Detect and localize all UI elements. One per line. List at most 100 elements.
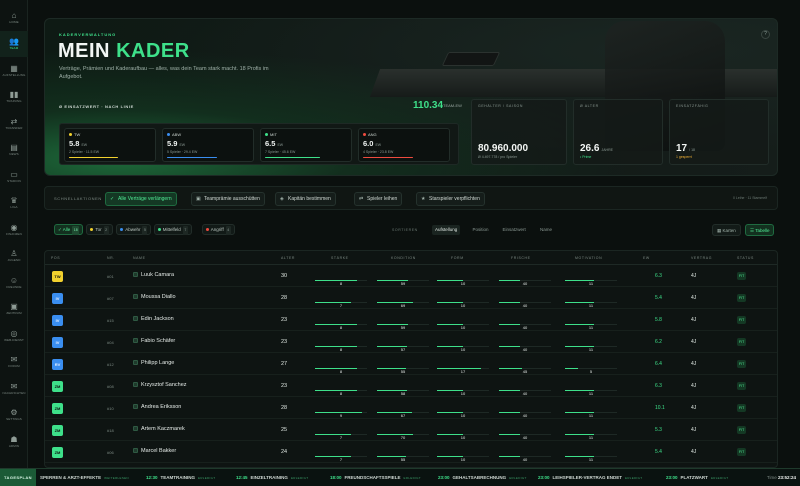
sidebar-item-liga[interactable]: ♛ LIGA [0,190,28,216]
quick-action-button[interactable]: ✓ Alle Verträge verlängern [105,192,177,206]
stat-frische-value: 40 [522,281,528,286]
value-by-line-label: Ø EINSATZWERT · NACH LINIE [59,104,134,109]
column-header-11[interactable]: STATUS [737,256,754,260]
sidebar-item-home[interactable]: ⌂ HOME [0,4,28,30]
player-name[interactable]: Fabio Schäfer [133,338,175,344]
sidebar-item-web-dienst[interactable]: ◎ WEB-DIENST [0,322,28,348]
stat-card-2: EINSATZFÄHIG 17/ 18 1 gesperrt [669,99,769,165]
stat-frische-value: 45 [522,369,528,374]
ticker-time: 18:00 [330,475,342,480]
sidebar-item-jugend[interactable]: ♙ JUGEND [0,243,28,269]
quick-action-label: Teamprämie ausschütten [204,196,260,202]
column-header-9[interactable]: EW [643,256,650,260]
column-header-2[interactable]: NAME [133,256,146,260]
column-header-0[interactable]: POS [51,256,60,260]
messages-icon: ✉ [10,381,18,391]
chip-color-dot [157,228,161,232]
quick-action-button[interactable]: ▣ Teamprämie ausschütten [191,192,265,206]
sidebar-item-nachrichten[interactable]: ✉ NACHRICHTEN [0,375,28,401]
stat-staerke-value: 8 [339,369,343,374]
quick-action-button[interactable]: ◈ Kapitän bestimmen [275,192,336,206]
column-header-3[interactable]: ALTER [281,256,295,260]
table-row[interactable]: ZM #10 Andrea Eriksson 28 9 67 10 40 11 10.1 4J FIT [45,398,777,419]
column-header-8[interactable]: MOTIVATION [575,256,602,260]
stat-card-0: GEHÄLTER / SAISON 80.960.000 Ø 4.497.778 /… [471,99,567,165]
filter-chip-tor[interactable]: Tor 2 [86,224,113,235]
stat-frische: 40 [495,382,555,396]
page-title-accent: KADER [116,40,190,62]
filter-chip-angriff[interactable]: Angriff 4 [201,224,235,235]
sidebar-item-transfer[interactable]: ⇄ TRANSFER [0,110,28,136]
player-name[interactable]: Artem Kaczmarek [133,426,185,432]
globe-icon: ◎ [10,328,18,338]
sidebar-item-finanzen[interactable]: ◉ FINANZEN [0,216,28,242]
clock: Time 23:52:24 [767,469,796,486]
table-row[interactable]: IV #04 Fabio Schäfer 23 8 57 10 40 11 6.2 4J FIT [45,332,777,353]
player-name[interactable]: Moussa Diallo [133,294,176,300]
stat-kondition-value: 55 [400,369,406,374]
stat-kondition-value: 67 [400,413,406,418]
stat-motivation-value: 11 [588,457,594,462]
stat-sub: 1 gesperrt [676,155,692,159]
sidebar-item-news[interactable]: ▤ NEWS [0,137,28,163]
sidebar-item-stadion[interactable]: ▭ STADION [0,163,28,189]
column-header-1[interactable]: NR. [107,256,115,260]
table-row[interactable]: ZM #08 Krzysztof Sanchez 23 8 58 10 40 11 6.3 4J FI… [45,376,777,397]
stat-motivation-value: 11 [588,347,594,352]
player-name[interactable]: Philipp Lange [133,360,174,366]
quick-action-button[interactable]: ⇄ Spieler leihen [354,192,403,206]
stat-track [377,346,429,347]
player-name[interactable]: Marcel Bakker [133,448,176,454]
column-header-5[interactable]: KONDITION [391,256,416,260]
sidebar-item-training[interactable]: ▮▮ TRAINING [0,84,28,110]
player-name[interactable]: Edin Jackson [133,316,174,322]
player-name[interactable]: Luuk Camara [133,272,174,278]
sort-option-einsatzwert[interactable]: Einsatzwert [500,225,529,235]
sort-option-name[interactable]: Name [537,225,555,235]
player-name[interactable]: Andrea Eriksson [133,404,181,410]
filter-chip-abwehr[interactable]: Abwehr 5 [116,224,152,235]
stat-fill [377,324,408,325]
help-button[interactable]: ? [761,30,770,39]
sidebar-item-forum[interactable]: ✉ FORUM [0,349,28,375]
column-header-6[interactable]: FORM [451,256,464,260]
table-row[interactable]: TW #01 Luuk Camara 30 8 59 10 40 11 6.3 4J FIT [45,266,777,287]
sort-option-aufstellung[interactable]: Aufstellung [432,225,461,235]
filter-chip-mittelfeld[interactable]: Mittelfeld 7 [153,224,192,235]
sidebar-item-aufstellung[interactable]: ▦ AUFSTELLUNG [0,57,28,83]
sidebar-item-team[interactable]: 👥 TEAM [0,30,28,57]
view-karten-button[interactable]: ▦ Karten [712,224,741,236]
stat-fill [499,324,520,325]
player-contract: 4J [691,295,697,301]
player-age: 25 [281,427,288,433]
stat-fill [377,302,413,303]
sidebar-item-label: AUFSTELLUNG [2,72,26,77]
table-row[interactable]: IV #15 Edin Jackson 23 8 59 10 40 11 5.8 4J FIT [45,310,777,331]
sidebar-item-settings[interactable]: ⚙ SETTINGS [0,402,28,428]
stat-form-value: 10 [460,347,466,352]
stat-form-value: 17 [460,369,466,374]
sidebar-item-admin[interactable]: ☗ ADMIN [0,428,28,454]
filter-chip-alle[interactable]: ✓ Alle 18 [54,224,84,235]
line-color-dot [69,133,72,136]
table-row[interactable]: ZM #18 Artem Kaczmarek 25 7 70 10 40 11 5.3 4J FIT [45,420,777,441]
admin-icon: ☗ [10,434,18,444]
player-name[interactable]: Krzysztof Sanchez [133,382,187,388]
sidebar-item-zentrum[interactable]: ▣ ZENTRUM [0,296,28,322]
sidebar-item-label: NEWS [9,152,19,156]
table-row[interactable]: IV #07 Moussa Diallo 28 7 69 10 40 11 5.4 4J FIT [45,288,777,309]
column-header-10[interactable]: VERTRAG [691,256,712,260]
center-icon: ▣ [10,302,18,311]
ticker-item: 23:00 LEIHSPIELER-VERTRAG ENDET ERLEDIGT [538,469,642,486]
column-header-7[interactable]: FRISCHE [511,256,531,260]
view-tabelle-button[interactable]: ☰ Tabelle [745,224,775,236]
player-name-text: Andrea Eriksson [141,404,182,410]
sidebar-item-freunde[interactable]: ☺ FREUNDE [0,269,28,295]
stat-track [499,434,551,435]
sort-option-position[interactable]: Position [470,225,492,235]
table-row[interactable]: ZM #06 Marcel Bakker 24 7 55 10 40 11 5.4 4J FIT [45,442,777,463]
quick-action-button[interactable]: ★ Starspieler verpflichten [416,192,485,206]
ticker-event: SPERREN & ARZT-EFFEKTE [40,475,102,480]
column-header-4[interactable]: STÄRKE [331,256,349,260]
table-row[interactable]: RV #12 Philipp Lange 27 8 55 17 45 5 6.4 4J FIT [45,354,777,375]
